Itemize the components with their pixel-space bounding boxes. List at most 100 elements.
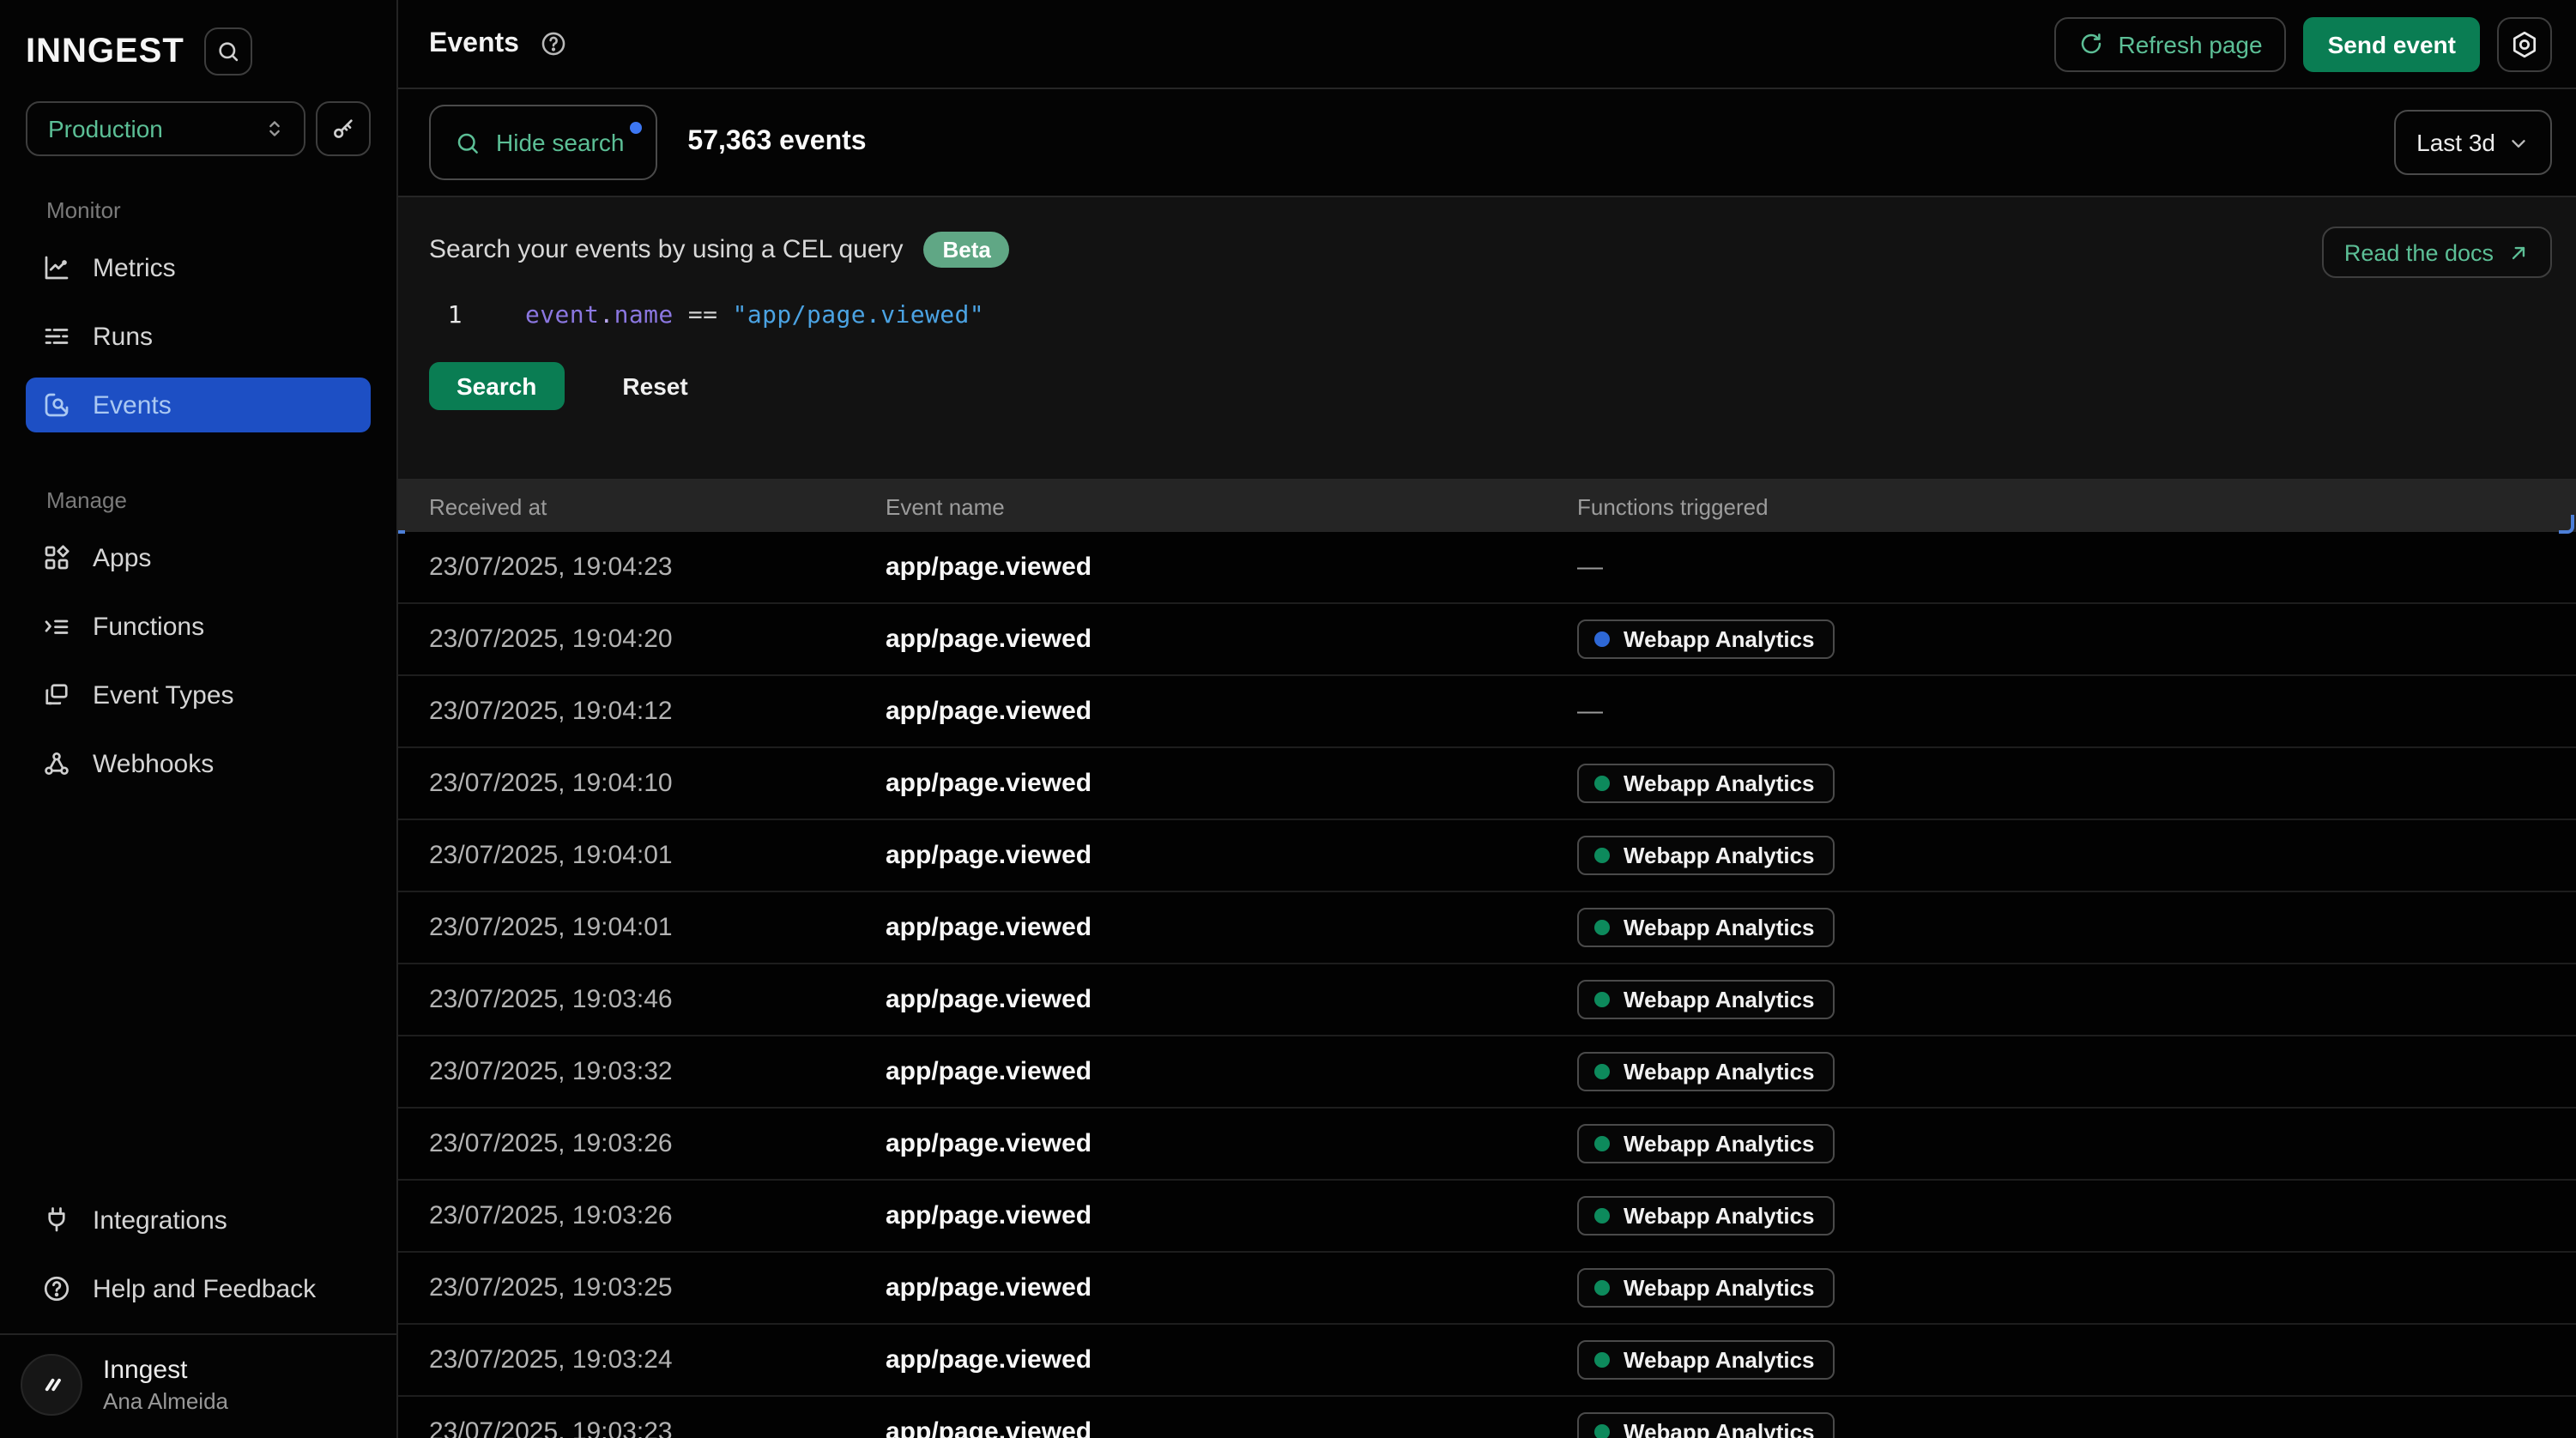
- function-badge[interactable]: Webapp Analytics: [1577, 980, 1835, 1019]
- sidebar-item-metrics[interactable]: Metrics: [26, 240, 371, 295]
- sidebar-item-runs[interactable]: Runs: [26, 309, 371, 364]
- function-badge[interactable]: Webapp Analytics: [1577, 1268, 1835, 1308]
- table-row[interactable]: 23/07/2025, 19:04:23 app/page.viewed —: [398, 532, 2576, 604]
- event-name-cell: app/page.viewed: [886, 1057, 1577, 1086]
- table-row[interactable]: 23/07/2025, 19:03:32 app/page.viewed Web…: [398, 1036, 2576, 1109]
- table-row[interactable]: 23/07/2025, 19:04:20 app/page.viewed Web…: [398, 604, 2576, 676]
- sidebar-item-webhooks[interactable]: Webhooks: [26, 736, 371, 791]
- function-badge-label: Webapp Analytics: [1624, 1131, 1815, 1157]
- refresh-page-label: Refresh page: [2118, 30, 2262, 57]
- function-badge[interactable]: Webapp Analytics: [1577, 1196, 1835, 1236]
- function-status-dot: [1594, 1424, 1610, 1438]
- received-at-cell: 23/07/2025, 19:04:01: [429, 841, 886, 870]
- function-badge[interactable]: Webapp Analytics: [1577, 1340, 1835, 1380]
- functions-triggered-cell: Webapp Analytics: [1577, 764, 2576, 803]
- table-row[interactable]: 23/07/2025, 19:04:12 app/page.viewed —: [398, 676, 2576, 748]
- cel-query-editor[interactable]: 1 event.name == "app/page.viewed": [429, 302, 2552, 329]
- no-function-dash: —: [1577, 696, 1603, 725]
- function-badge[interactable]: Webapp Analytics: [1577, 1124, 1835, 1163]
- function-badge[interactable]: Webapp Analytics: [1577, 619, 1835, 659]
- sidebar-item-events[interactable]: Events: [26, 378, 371, 432]
- reset-button[interactable]: Reset: [612, 371, 698, 402]
- chart-line-icon: [41, 252, 72, 283]
- function-status-dot: [1594, 920, 1610, 935]
- event-name-cell: app/page.viewed: [886, 1273, 1577, 1302]
- no-function-dash: —: [1577, 552, 1603, 581]
- search-submit-button[interactable]: Search: [429, 362, 564, 410]
- table-row[interactable]: 23/07/2025, 19:04:10 app/page.viewed Web…: [398, 748, 2576, 820]
- function-badge[interactable]: Webapp Analytics: [1577, 836, 1835, 875]
- function-badge-label: Webapp Analytics: [1624, 1059, 1815, 1085]
- sidebar-footer: Integrations Help and Feedback Inngest A…: [0, 1193, 396, 1438]
- cel-search-panel: Search your events by using a CEL query …: [398, 197, 2576, 480]
- code-token-operator: ==: [674, 302, 733, 329]
- sidebar-item-label: Event Types: [93, 680, 234, 710]
- function-status-dot: [1594, 1280, 1610, 1296]
- sidebar-item-label: Events: [93, 390, 172, 420]
- table-row[interactable]: 23/07/2025, 19:04:01 app/page.viewed Web…: [398, 820, 2576, 892]
- event-name-cell: app/page.viewed: [886, 625, 1577, 654]
- events-count: 57,363 events: [687, 127, 866, 158]
- function-status-dot: [1594, 848, 1610, 863]
- functions-triggered-cell: Webapp Analytics: [1577, 1196, 2576, 1236]
- sidebar-item-help[interactable]: Help and Feedback: [26, 1261, 371, 1316]
- function-status-dot: [1594, 631, 1610, 647]
- sidebar: INNGEST Production Monitor: [0, 0, 398, 1438]
- settings-button[interactable]: [2497, 16, 2552, 71]
- avatar: [21, 1354, 82, 1416]
- received-at-cell: 23/07/2025, 19:04:20: [429, 625, 886, 654]
- sidebar-search-button[interactable]: [205, 27, 253, 76]
- sidebar-item-integrations[interactable]: Integrations: [26, 1193, 371, 1248]
- function-badge-label: Webapp Analytics: [1624, 843, 1815, 868]
- function-status-dot: [1594, 1136, 1610, 1151]
- table-row[interactable]: 23/07/2025, 19:03:26 app/page.viewed Web…: [398, 1181, 2576, 1253]
- event-name-cell: app/page.viewed: [886, 1417, 1577, 1438]
- function-badge[interactable]: Webapp Analytics: [1577, 908, 1835, 947]
- table-row[interactable]: 23/07/2025, 19:03:23 app/page.viewed Web…: [398, 1397, 2576, 1438]
- table-row[interactable]: 23/07/2025, 19:03:24 app/page.viewed Web…: [398, 1325, 2576, 1397]
- function-badge-label: Webapp Analytics: [1624, 1275, 1815, 1301]
- environment-selector[interactable]: Production: [26, 101, 305, 156]
- time-range-dropdown[interactable]: Last 3d: [2394, 110, 2552, 175]
- received-at-cell: 23/07/2025, 19:03:23: [429, 1417, 886, 1438]
- chevron-down-icon: [2507, 131, 2530, 154]
- events-table-body: 23/07/2025, 19:04:23 app/page.viewed — 2…: [398, 532, 2576, 1438]
- function-badge[interactable]: Webapp Analytics: [1577, 1412, 1835, 1438]
- sidebar-item-label: Functions: [93, 612, 204, 641]
- cel-panel-title: Search your events by using a CEL query: [429, 235, 904, 264]
- table-row[interactable]: 23/07/2025, 19:03:46 app/page.viewed Web…: [398, 964, 2576, 1036]
- profile-menu[interactable]: Inngest Ana Almeida: [0, 1333, 396, 1438]
- functions-icon: [41, 611, 72, 642]
- sidebar-item-functions[interactable]: Functions: [26, 599, 371, 654]
- send-event-button[interactable]: Send event: [2304, 16, 2480, 71]
- table-row[interactable]: 23/07/2025, 19:03:26 app/page.viewed Web…: [398, 1109, 2576, 1181]
- refresh-page-button[interactable]: Refresh page: [2054, 16, 2286, 71]
- hide-search-button[interactable]: Hide search: [429, 105, 656, 180]
- functions-triggered-cell: Webapp Analytics: [1577, 1268, 2576, 1308]
- event-name-cell: app/page.viewed: [886, 697, 1577, 726]
- function-badge[interactable]: Webapp Analytics: [1577, 764, 1835, 803]
- page-help-icon[interactable]: [540, 29, 569, 58]
- time-range-value: Last 3d: [2416, 129, 2495, 156]
- event-keys-button[interactable]: [316, 101, 371, 156]
- code-token-string: "app/page.viewed": [733, 302, 984, 329]
- sidebar-item-label: Help and Feedback: [93, 1274, 316, 1303]
- functions-triggered-cell: Webapp Analytics: [1577, 619, 2576, 659]
- code-token-property: name: [614, 302, 674, 329]
- code-token-punctuation: .: [599, 302, 614, 329]
- function-badge[interactable]: Webapp Analytics: [1577, 1052, 1835, 1091]
- table-row[interactable]: 23/07/2025, 19:03:25 app/page.viewed Web…: [398, 1253, 2576, 1325]
- event-name-cell: app/page.viewed: [886, 1201, 1577, 1230]
- chevron-up-down-icon: [263, 117, 287, 141]
- functions-triggered-cell: Webapp Analytics: [1577, 908, 2576, 947]
- plug-icon: [41, 1205, 72, 1236]
- read-the-docs-button[interactable]: Read the docs: [2322, 227, 2552, 278]
- table-row[interactable]: 23/07/2025, 19:04:01 app/page.viewed Web…: [398, 892, 2576, 964]
- sidebar-item-event-types[interactable]: Event Types: [26, 668, 371, 722]
- sidebar-item-apps[interactable]: Apps: [26, 530, 371, 585]
- line-number: 1: [429, 302, 481, 329]
- event-name-cell: app/page.viewed: [886, 841, 1577, 870]
- sidebar-item-label: Webhooks: [93, 749, 214, 778]
- table-header: Received at Event name Functions trigger…: [398, 480, 2576, 532]
- search-icon: [217, 39, 241, 63]
